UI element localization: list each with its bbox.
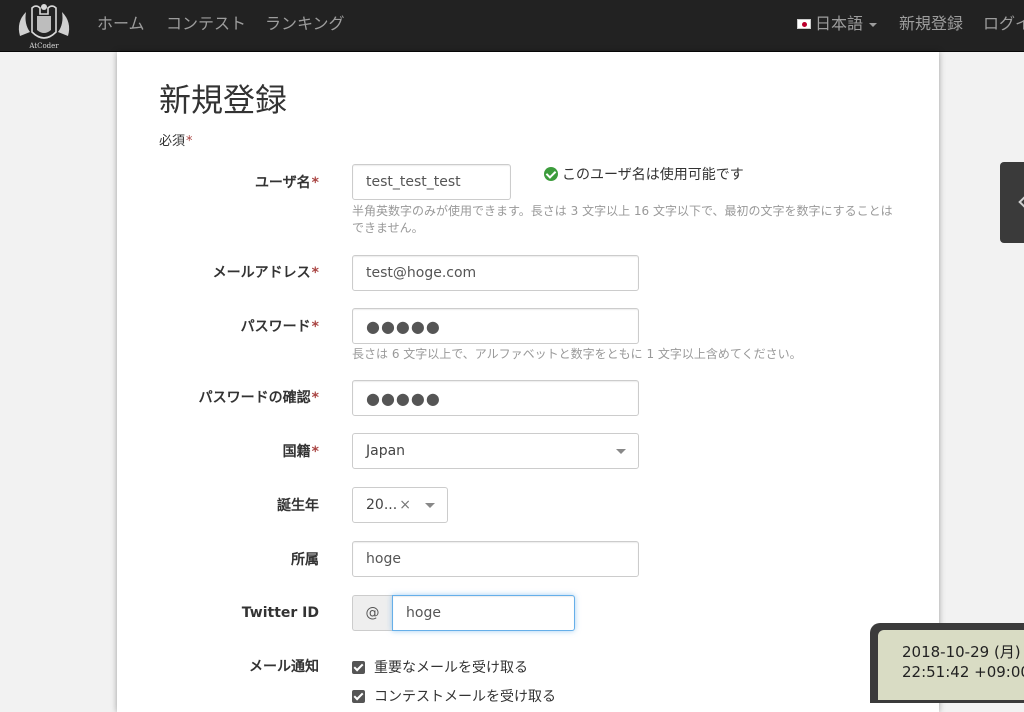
important-mail-label: 重要なメールを受け取る: [374, 660, 528, 676]
nav-signup-link[interactable]: 新規登録: [899, 14, 963, 34]
password-help: 長さは 6 文字以上で、アルファベットと数字をともに 1 文字以上含めてください…: [352, 347, 802, 361]
required-mark: *: [186, 134, 193, 149]
clock-display: 2018-10-29 (月) 22:51:42 +09:00: [878, 630, 1024, 700]
page-title: 新規登録: [159, 81, 288, 119]
important-mail-checkbox-row[interactable]: 重要なメールを受け取る: [352, 657, 528, 677]
contest-mail-label: コンテストメールを受け取る: [374, 689, 556, 705]
clock-time: 22:51:42 +09:00: [902, 663, 1024, 681]
email-label-text: メールアドレス: [212, 265, 311, 281]
country-label-text: 国籍: [282, 444, 311, 460]
username-label: ユーザ名*: [255, 174, 319, 192]
important-mail-checkbox[interactable]: [352, 660, 365, 674]
clock-date: 2018-10-29 (月): [902, 643, 1021, 661]
affiliation-label: 所属: [291, 552, 319, 568]
required-mark: *: [311, 265, 319, 281]
required-mark: *: [311, 444, 319, 460]
password-confirm-label: パスワードの確認*: [199, 389, 319, 407]
password-confirm-label-text: パスワードの確認: [198, 390, 311, 406]
birth-year-label: 誕生年: [277, 498, 319, 514]
nav-home-link[interactable]: ホーム: [97, 14, 145, 34]
password-label-text: パスワード: [240, 319, 311, 335]
top-navbar: AtCoder ホーム コンテスト ランキング 日本語 新規登録 ログイ: [0, 0, 1024, 52]
clock-widget: 2018-10-29 (月) 22:51:42 +09:00: [870, 623, 1024, 703]
username-help: 半角英数字のみが使用できます。長さは 3 文字以上 16 文字以下で、最初の文字…: [352, 204, 893, 235]
email-input[interactable]: [352, 255, 639, 291]
signup-panel: 新規登録 必須* ユーザ名* このユーザ名は使用可能です 半角英数字のみが使用で…: [117, 52, 939, 712]
dropdown-arrow-icon: [425, 503, 435, 508]
language-label: 日本語: [815, 14, 864, 33]
clear-selection-icon[interactable]: ×: [399, 488, 411, 522]
contest-mail-checkbox-row[interactable]: コンテストメールを受け取る: [352, 686, 556, 706]
country-selected-value: Japan: [366, 443, 406, 459]
availability-text: このユーザ名は使用可能です: [562, 167, 744, 183]
country-label: 国籍*: [283, 443, 319, 461]
mail-notify-label: メール通知: [249, 659, 319, 675]
japan-flag-icon: [797, 19, 811, 29]
caret-down-icon: [869, 23, 878, 27]
dropdown-arrow-icon: [616, 449, 626, 454]
affiliation-input[interactable]: [352, 541, 639, 577]
atcoder-logo-icon[interactable]: AtCoder: [14, 2, 74, 50]
required-note: 必須*: [159, 134, 193, 150]
country-select[interactable]: Japan: [352, 433, 639, 469]
contest-mail-checkbox[interactable]: [352, 689, 365, 703]
required-mark: *: [311, 175, 319, 191]
at-sign-addon: @: [352, 595, 392, 631]
username-label-text: ユーザ名: [254, 175, 311, 191]
twitter-id-input[interactable]: [392, 595, 575, 631]
username-availability: このユーザ名は使用可能です: [544, 164, 744, 184]
chevron-left-icon: [1018, 196, 1024, 208]
side-panel-toggle[interactable]: [1000, 162, 1024, 243]
password-label: パスワード*: [241, 318, 319, 336]
password-input[interactable]: [352, 308, 639, 344]
birth-year-select[interactable]: 20... ×: [352, 487, 448, 523]
required-mark: *: [311, 390, 319, 406]
language-dropdown[interactable]: 日本語: [797, 14, 878, 34]
email-label: メールアドレス*: [213, 264, 319, 282]
nav-login-link[interactable]: ログイ: [983, 14, 1024, 34]
check-circle-icon: [544, 167, 558, 181]
logo-text: AtCoder: [28, 42, 59, 50]
nav-ranking-link[interactable]: ランキング: [265, 14, 345, 34]
password-confirm-input[interactable]: [352, 380, 639, 416]
username-input[interactable]: [352, 164, 511, 200]
birth-year-selected-value: 20...: [366, 497, 398, 513]
nav-contest-link[interactable]: コンテスト: [166, 14, 246, 34]
twitter-label: Twitter ID: [241, 605, 319, 621]
required-note-text: 必須: [159, 134, 186, 149]
required-mark: *: [311, 319, 319, 335]
